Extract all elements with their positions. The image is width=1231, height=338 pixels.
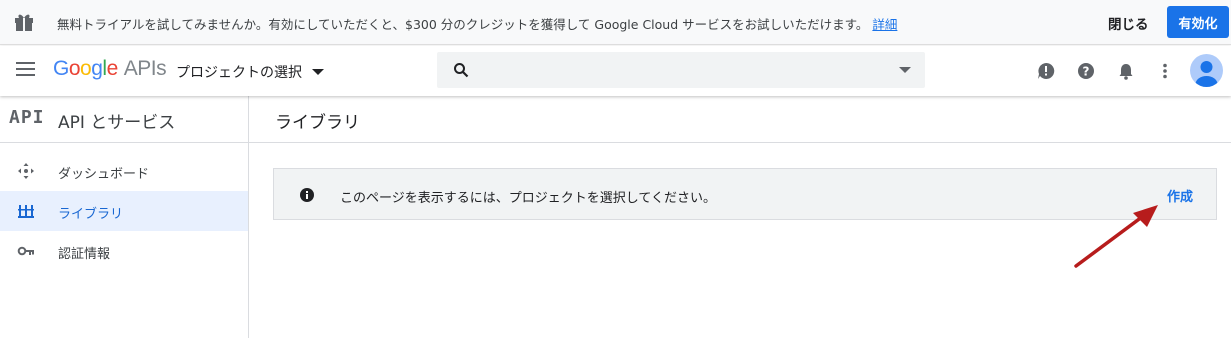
search-icon (454, 63, 469, 78)
user-icon (1195, 61, 1218, 87)
logo-suffix: APIs (123, 57, 167, 80)
page-title: ライブラリ (275, 113, 360, 133)
logo-letter: o (68, 57, 81, 80)
project-selector[interactable]: プロジェクトの選択 (176, 62, 324, 82)
notice-text: このページを表示するには、プロジェクトを選択してください。 (340, 191, 716, 206)
sidebar-item-dashboard[interactable]: ダッシュボード (0, 151, 248, 191)
dashboard-icon (18, 163, 34, 179)
menu-icon[interactable] (16, 62, 35, 76)
sidebar-item-label: ライブラリ (58, 207, 124, 222)
sidebar-item-credentials[interactable]: 認証情報 (0, 231, 248, 271)
feedback-icon[interactable] (1036, 61, 1056, 81)
google-apis-logo[interactable]: Google APIs (53, 57, 167, 81)
sidebar-item-label: ダッシュボード (58, 167, 150, 182)
details-link[interactable]: 詳細 (872, 17, 897, 32)
sidebar-title: API とサービス (58, 113, 176, 133)
sidebar: API API とサービス ダッシュボード ライブラリ 認証情報 (0, 96, 249, 338)
api-badge: API (9, 107, 45, 128)
help-icon[interactable]: ? (1076, 61, 1096, 81)
banner-message: 無料トライアルを試してみませんか。有効にしていただくと、$300 分のクレジット… (57, 14, 897, 33)
trial-banner: 無料トライアルを試してみませんか。有効にしていただくと、$300 分のクレジット… (0, 0, 1231, 45)
logo-letter: o (80, 57, 92, 80)
notifications-icon[interactable] (1116, 61, 1136, 81)
search-dropdown-icon[interactable] (899, 67, 911, 73)
account-avatar[interactable] (1190, 54, 1223, 87)
logo-letter: g (91, 57, 103, 80)
sidebar-item-label: 認証情報 (58, 247, 111, 262)
annotation-arrow-icon (1074, 205, 1158, 268)
gift-icon (15, 14, 33, 31)
enable-button[interactable]: 有効化 (1167, 6, 1229, 38)
banner-text: 無料トライアルを試してみませんか。有効にしていただくと、$300 分のクレジット… (57, 17, 869, 32)
key-icon (17, 246, 34, 256)
info-icon (300, 188, 314, 202)
more-vert-icon[interactable] (1155, 61, 1175, 81)
sidebar-header: API API とサービス (0, 96, 248, 143)
close-button[interactable]: 閉じる (1108, 13, 1149, 33)
logo-letter: G (53, 57, 69, 80)
logo-letter: e (106, 57, 119, 80)
app-header: Google APIs プロジェクトの選択 ? (0, 46, 1231, 96)
project-selector-label: プロジェクトの選択 (176, 65, 302, 81)
library-icon (18, 205, 34, 218)
sidebar-item-library[interactable]: ライブラリ (0, 191, 248, 231)
page-header: ライブラリ (249, 96, 1231, 143)
search-input[interactable] (437, 52, 925, 88)
create-project-button[interactable]: 作成 (1167, 186, 1193, 205)
svg-text:?: ? (1083, 65, 1090, 79)
chevron-down-icon (312, 69, 324, 75)
